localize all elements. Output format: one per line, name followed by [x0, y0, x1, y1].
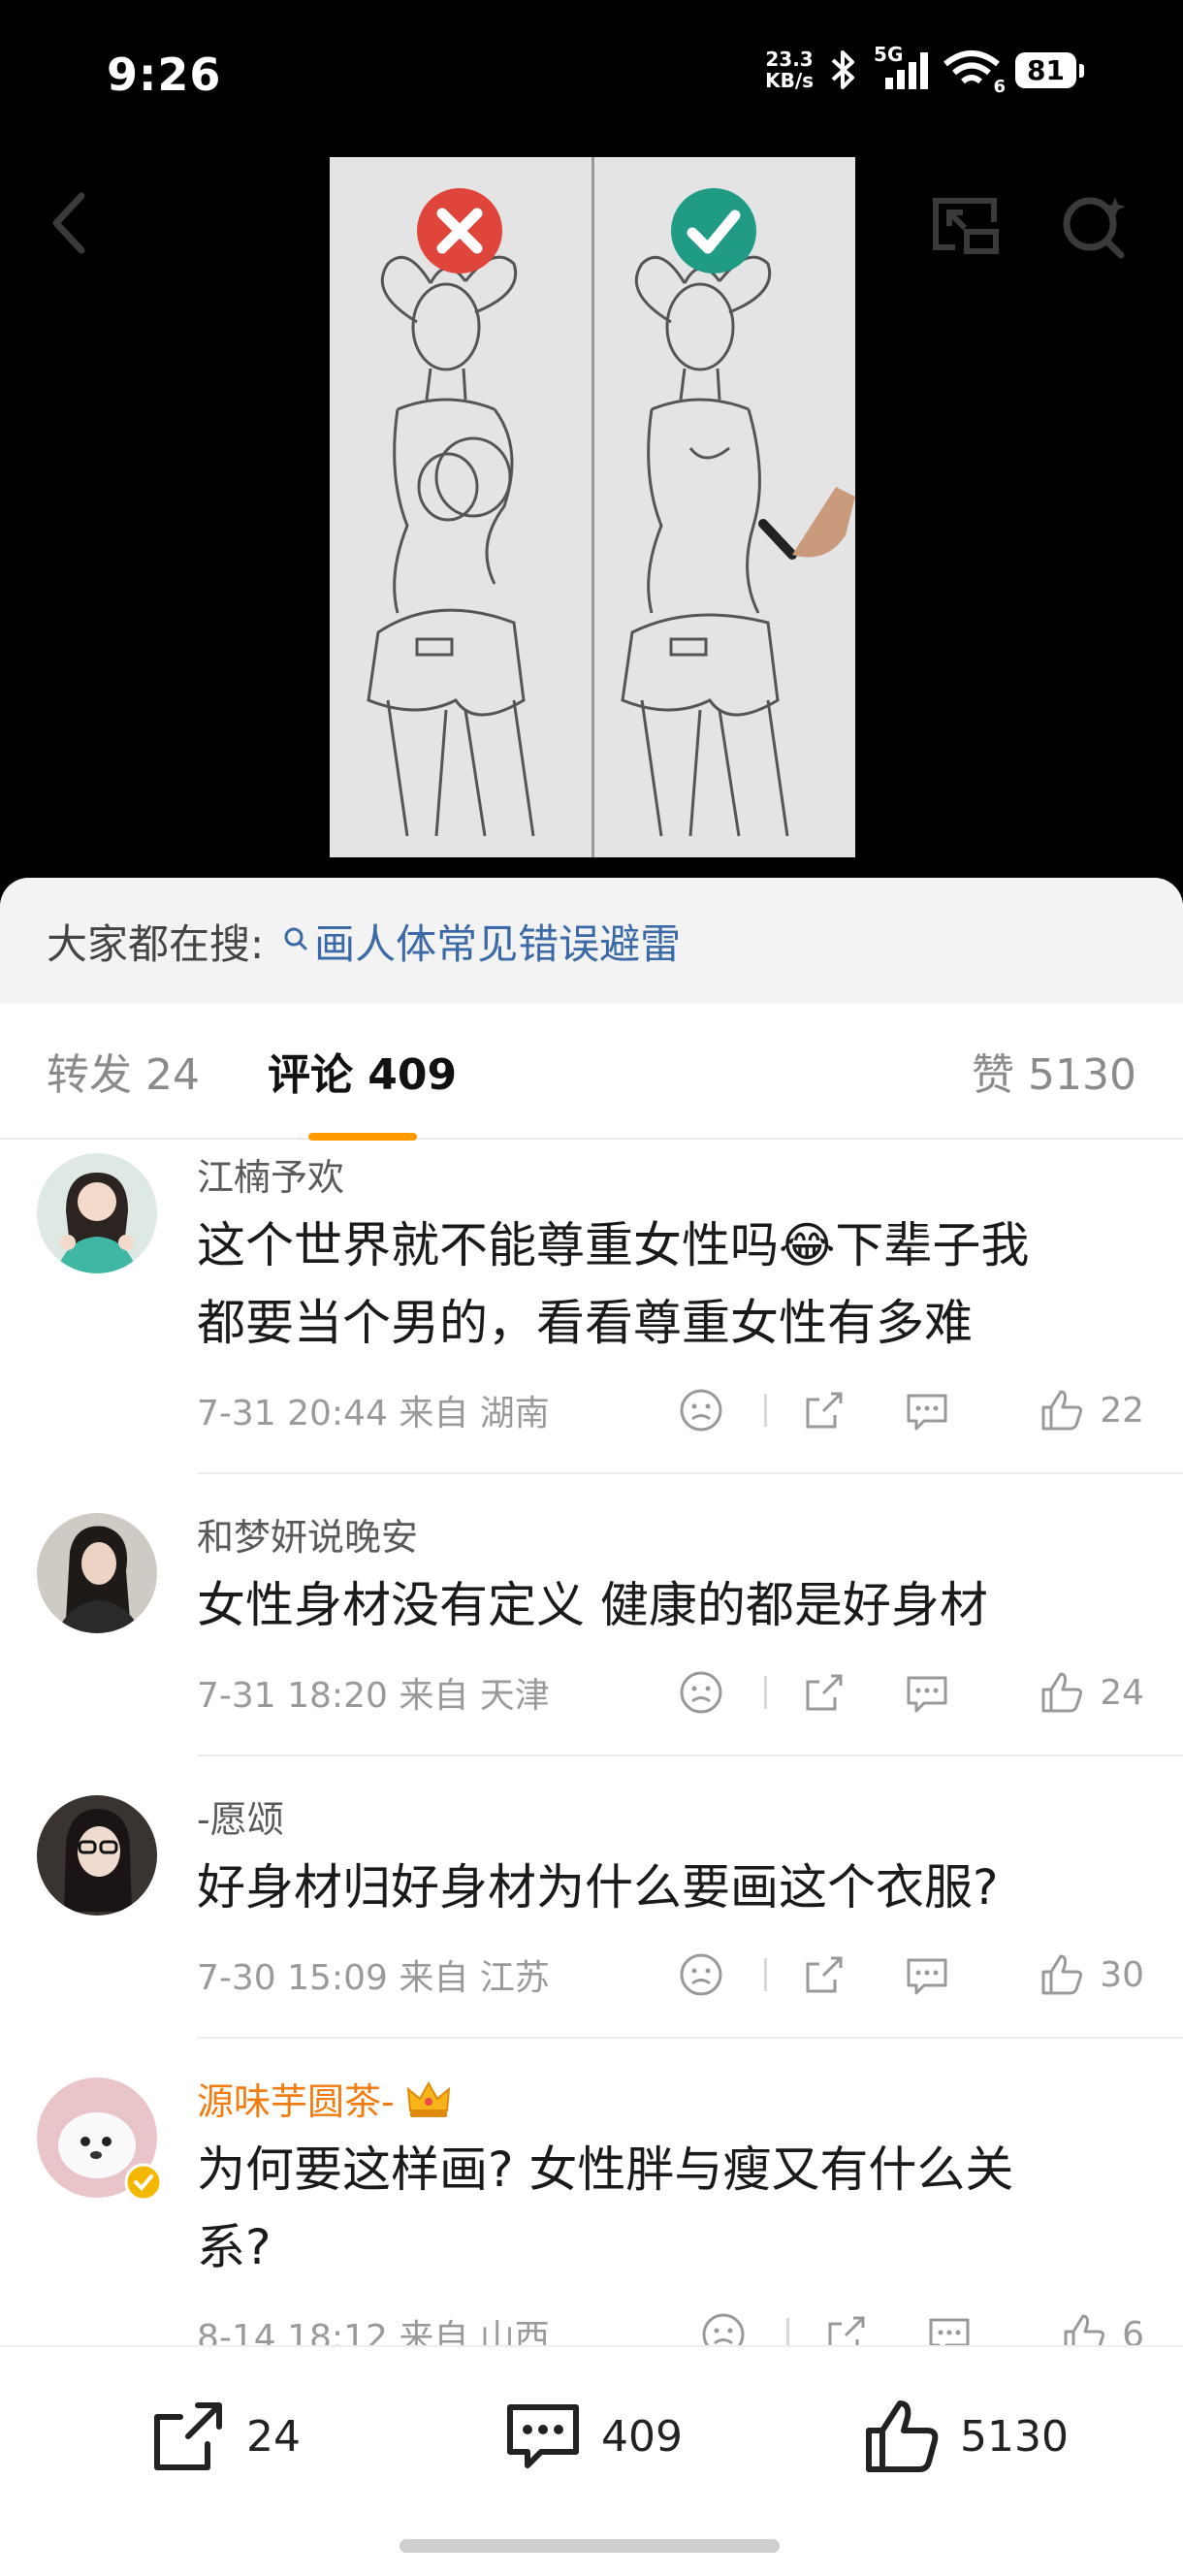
comment-like-count: 24 [1100, 1672, 1144, 1713]
comment-like-count: 30 [1100, 1954, 1144, 1995]
comment-bubble-icon [507, 2404, 579, 2468]
signal-icon: 5G [874, 43, 929, 91]
video-frame[interactable] [330, 157, 855, 857]
crown-icon [406, 2080, 450, 2117]
comment-date-location: 7-31 18:20 来自 天津 [197, 1676, 550, 1716]
tab-comment[interactable]: 评论 409 [268, 1040, 457, 1141]
comment-item: 江楠予欢 这个世界就不能尊重女性吗😂下辈子我 都要当个男的，看看尊重女性有多难 … [0, 1140, 1183, 1451]
comment-item: 源味芋圆茶- 为何要这样画? 女性胖与瘦又有什么关 系? 8-14 18:12 … [0, 2039, 1183, 2375]
avatar[interactable] [37, 2077, 163, 2202]
search-suggestion-query: 画人体常见错误避雷 [314, 919, 682, 968]
dislike-face-icon[interactable] [677, 1668, 725, 1717]
back-icon[interactable] [39, 184, 107, 262]
search-suggestion-bar: 大家都在搜: 画人体常见错误避雷 [0, 878, 1183, 1004]
comment-count: 409 [601, 2411, 683, 2462]
like-button[interactable]: 5130 [861, 2398, 1069, 2475]
search-suggestion-label: 大家都在搜: [47, 919, 265, 968]
share-icon[interactable] [800, 1386, 848, 1434]
thumbs-up-icon [1041, 1390, 1083, 1431]
comment-meta: 7-31 18:20 来自 天津 24 [197, 1652, 1144, 1733]
wifi-icon: 6 [942, 48, 1006, 97]
comment-text: 女性身材没有定义 健康的都是好身材 [197, 1577, 988, 1633]
meta-divider [764, 1676, 767, 1709]
comment-like-button[interactable]: 24 [1038, 1668, 1144, 1717]
share-icon [154, 2402, 222, 2470]
comment-like-button[interactable]: 22 [1038, 1386, 1144, 1434]
share-button[interactable]: 24 [147, 2398, 301, 2475]
meta-divider [764, 1958, 767, 1991]
picture-in-picture-icon[interactable] [926, 189, 1004, 262]
comment-username[interactable]: 江楠予欢 [197, 1147, 1144, 1201]
search-suggestion-link[interactable]: 画人体常见错误避雷 [283, 912, 681, 971]
comment-date-location: 7-31 20:44 来自 湖南 [197, 1394, 550, 1433]
tab-like[interactable]: 赞 5130 [972, 1040, 1136, 1102]
comment-item: -愿颂 好身材归好身材为什么要画这个衣服? 7-30 15:09 来自 江苏 3… [0, 1756, 1183, 2015]
comment-like-count: 22 [1100, 1390, 1144, 1431]
comment-text: 为何要这样画? 女性胖与瘦又有什么关 系? [197, 2141, 1014, 2275]
status-time: 9:26 [107, 48, 222, 101]
thumbs-up-icon [1041, 1954, 1083, 1995]
search-icon [284, 927, 307, 950]
tab-repost[interactable]: 转发 24 [47, 1040, 200, 1102]
comment-like-button[interactable]: 30 [1038, 1950, 1144, 1999]
share-icon[interactable] [800, 1950, 848, 1999]
comment-username[interactable]: 源味芋圆茶- [197, 2072, 1144, 2125]
comment-date-location: 7-30 15:09 来自 江苏 [197, 1958, 550, 1998]
bluetooth-icon [831, 50, 855, 89]
net-speed: 23.3 KB/s [765, 48, 815, 92]
check-icon [671, 188, 756, 274]
avatar[interactable] [37, 1513, 157, 1633]
comment-text: 这个世界就不能尊重女性吗😂下辈子我 都要当个男的，看看尊重女性有多难 [197, 1217, 1030, 1351]
comment-sheet: 大家都在搜: 画人体常见错误避雷 转发 24 评论 409 赞 5130 江楠予… [0, 878, 1183, 2576]
comment-meta: 7-30 15:09 来自 江苏 30 [197, 1934, 1144, 2015]
avatar[interactable] [37, 1153, 157, 1273]
dislike-face-icon[interactable] [677, 1386, 725, 1434]
share-icon[interactable] [800, 1668, 848, 1717]
dislike-face-icon[interactable] [677, 1950, 725, 1999]
comment-bubble-icon[interactable] [903, 1668, 951, 1717]
status-bar: 9:26 23.3 KB/s 5G 6 81 [0, 0, 1183, 145]
thumbs-up-icon [866, 2400, 939, 2472]
battery-indicator: 81 [1015, 51, 1084, 88]
home-indicator[interactable] [400, 2539, 780, 2553]
comment-username[interactable]: 和梦妍说晚安 [197, 1507, 1144, 1561]
tab-bar: 转发 24 评论 409 赞 5130 [0, 1004, 1183, 1141]
search-icon[interactable] [1057, 189, 1135, 262]
video-area[interactable] [0, 145, 1183, 883]
status-icons: 23.3 KB/s 5G 6 81 [765, 43, 1084, 97]
avatar[interactable] [37, 1795, 157, 1916]
comment-text: 好身材归好身材为什么要画这个衣服? [197, 1859, 999, 1916]
like-count: 5130 [960, 2411, 1069, 2462]
bottom-action-bar: 24 409 5130 [0, 2345, 1183, 2576]
verified-badge-icon [124, 2163, 163, 2202]
comment-button[interactable]: 409 [502, 2398, 683, 2475]
comment-username[interactable]: -愿颂 [197, 1789, 1144, 1843]
comment-bubble-icon[interactable] [903, 1950, 951, 1999]
meta-divider [764, 1394, 767, 1427]
comment-item: 和梦妍说晚安 女性身材没有定义 健康的都是好身材 7-31 18:20 来自 天… [0, 1474, 1183, 1733]
cross-icon [417, 188, 502, 274]
thumbs-up-icon [1041, 1672, 1083, 1713]
comment-bubble-icon[interactable] [903, 1386, 951, 1434]
comment-meta: 7-31 20:44 来自 湖南 22 [197, 1369, 1144, 1451]
share-count: 24 [246, 2411, 301, 2462]
comment-list: 江楠予欢 这个世界就不能尊重女性吗😂下辈子我 都要当个男的，看看尊重女性有多难 … [0, 1140, 1183, 2375]
